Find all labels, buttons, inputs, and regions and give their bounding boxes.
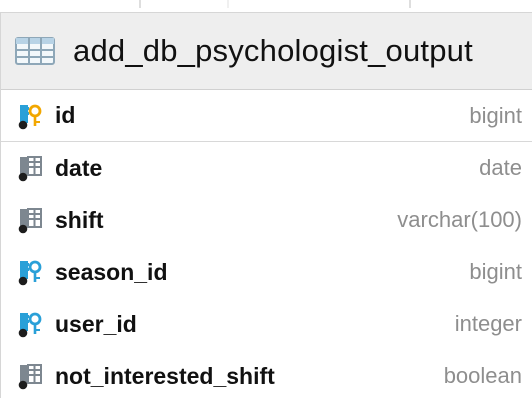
connector-ticks <box>139 0 411 8</box>
table-header[interactable]: add_db_psychologist_output <box>1 13 532 90</box>
column-type: integer <box>454 311 522 336</box>
column-row-date[interactable]: date date <box>1 142 532 194</box>
foreign-key-icon <box>15 309 45 339</box>
column-name: id <box>55 102 76 128</box>
column-type: bigint <box>469 259 522 284</box>
column-row-not-interested-shift[interactable]: not_interested_shift boolean <box>1 350 532 398</box>
column-icon <box>15 153 45 183</box>
column-type: boolean <box>443 363 522 388</box>
column-list: id bigint date date shift varchar(100) s… <box>1 90 532 398</box>
column-row-user-id[interactable]: user_id integer <box>1 298 532 350</box>
table-title: add_db_psychologist_output <box>73 33 473 68</box>
column-name: not_interested_shift <box>55 362 275 389</box>
column-row-id[interactable]: id bigint <box>1 90 532 142</box>
column-row-shift[interactable]: shift varchar(100) <box>1 194 532 246</box>
table-node[interactable]: add_db_psychologist_output id bigint dat… <box>0 12 532 398</box>
column-type: bigint <box>469 102 522 128</box>
primary-key-icon <box>15 101 45 131</box>
column-icon <box>15 205 45 235</box>
column-icon <box>15 361 45 391</box>
diagram-canvas: add_db_psychologist_output id bigint dat… <box>0 0 532 398</box>
column-row-season-id[interactable]: season_id bigint <box>1 246 532 298</box>
column-type: varchar(100) <box>397 207 522 232</box>
column-name: shift <box>55 206 104 233</box>
column-name: user_id <box>55 310 137 337</box>
column-name: date <box>55 154 103 181</box>
column-name: season_id <box>55 258 168 285</box>
column-type: date <box>479 155 522 180</box>
table-icon <box>15 37 55 65</box>
foreign-key-icon <box>15 257 45 287</box>
